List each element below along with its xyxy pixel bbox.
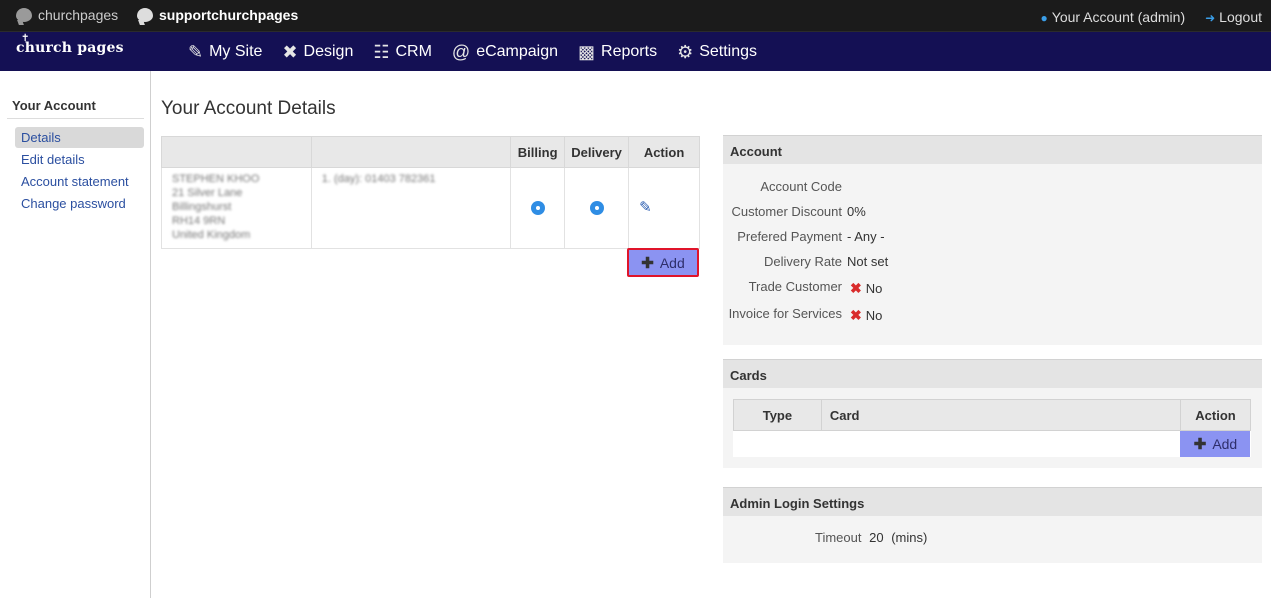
column-header-billing: Billing xyxy=(510,136,566,168)
divider xyxy=(7,118,144,119)
timeout-setting: Timeout 20 (mins) xyxy=(815,530,927,545)
column-header xyxy=(310,136,512,168)
sidebar-item-account-statement[interactable]: Account statement xyxy=(15,171,144,192)
panel-title: Cards xyxy=(723,359,1262,388)
page-title: Your Account Details xyxy=(161,98,336,119)
nav-reports[interactable]: ▩ Reports xyxy=(578,42,657,63)
delivery-radio[interactable] xyxy=(589,201,604,215)
nav-crm[interactable]: ☷ CRM xyxy=(373,42,432,63)
cross-icon: ✖ xyxy=(850,280,862,296)
sidebar-title: Your Account xyxy=(12,98,96,113)
gear-icon: ⚙ xyxy=(677,41,694,62)
user-icon: ● xyxy=(1040,11,1048,25)
account-panel: Account Account Code Customer Discount 0… xyxy=(723,135,1262,345)
church-pages-logo[interactable]: ✝ church pages xyxy=(16,33,124,56)
address-table: Billing Delivery Action STEPHEN KHOO 21 … xyxy=(161,136,700,249)
admin-login-panel: Admin Login Settings Timeout 20 (mins) xyxy=(723,487,1262,563)
nav-my-site[interactable]: ✎ My Site xyxy=(188,42,262,63)
main-nav-bar: ✝ church pages ✎ My Site ✖ Design ☷ CRM @ eCa… xyxy=(0,31,1271,71)
cross-icon: ✝ xyxy=(21,33,30,44)
phone-number: 1. (day): 01403 782361 xyxy=(321,173,436,185)
add-address-button[interactable]: ✚ Add xyxy=(627,248,699,277)
panel-title: Admin Login Settings xyxy=(723,487,1262,516)
timeout-value: 20 xyxy=(869,530,884,545)
timeout-unit: (mins) xyxy=(891,530,928,545)
sidebar-item-edit-details[interactable]: Edit details xyxy=(15,149,144,170)
nav-design[interactable]: ✖ Design xyxy=(282,42,353,63)
site-label: churchpages xyxy=(38,7,119,23)
billing-cell xyxy=(510,167,566,249)
at-sign-icon: @ xyxy=(451,41,471,62)
column-header-delivery: Delivery xyxy=(564,136,630,168)
site-label: supportchurchpages xyxy=(159,7,299,23)
delivery-cell xyxy=(564,167,630,249)
address-lines: STEPHEN KHOO 21 Silver Lane Billingshurs… xyxy=(172,173,260,241)
column-header-type: Type xyxy=(733,399,822,431)
cards-table: Type Card Action ✚ Add xyxy=(733,399,1252,457)
column-header-action: Action xyxy=(628,136,700,168)
column-header xyxy=(161,136,312,168)
contacts-icon: ☷ xyxy=(373,41,390,62)
your-account-link[interactable]: ● Your Account (admin) xyxy=(1041,9,1186,25)
logout-icon: ➜ xyxy=(1205,11,1216,25)
phone-cell: 1. (day): 01403 782361 xyxy=(310,167,512,249)
design-tools-icon: ✖ xyxy=(282,41,298,62)
nav-ecampaign[interactable]: @ eCampaign xyxy=(452,42,558,63)
plus-icon: ✚ xyxy=(1193,436,1207,453)
add-card-button[interactable]: ✚ Add xyxy=(1180,431,1251,457)
chat-bubble-icon xyxy=(16,8,32,22)
action-cell: ✎ xyxy=(628,167,700,249)
chat-bubble-icon xyxy=(137,8,153,22)
address-cell: STEPHEN KHOO 21 Silver Lane Billingshurs… xyxy=(161,167,312,249)
billing-radio[interactable] xyxy=(530,201,545,215)
bar-chart-icon: ▩ xyxy=(578,41,596,62)
site-edit-icon: ✎ xyxy=(188,41,204,62)
cross-icon: ✖ xyxy=(850,307,862,323)
site-switch-supportchurchpages[interactable]: supportchurchpages xyxy=(137,7,298,23)
table-row: ✚ Add xyxy=(734,431,1251,457)
top-bar: churchpages supportchurchpages ● Your Acc… xyxy=(0,0,1271,31)
sidebar-item-change-password[interactable]: Change password xyxy=(15,193,144,214)
nav-settings[interactable]: ⚙ Settings xyxy=(677,42,757,63)
cards-panel: Cards Type Card Action ✚ Add xyxy=(723,359,1262,468)
sidebar: Your Account Details Edit details Accoun… xyxy=(0,71,151,598)
main-nav: ✎ My Site ✖ Design ☷ CRM @ eCampaign ▩ Report… xyxy=(188,32,777,72)
logout-link[interactable]: ➜ Logout xyxy=(1205,9,1262,25)
sidebar-item-details[interactable]: Details xyxy=(15,127,144,148)
column-header-action: Action xyxy=(1179,399,1252,431)
user-links: ● Your Account (admin) ➜ Logout xyxy=(1041,9,1262,25)
pencil-icon[interactable]: ✎ xyxy=(639,198,652,216)
column-header-card: Card xyxy=(820,399,1181,431)
timeout-label: Timeout xyxy=(815,530,862,545)
table-row: STEPHEN KHOO 21 Silver Lane Billingshurs… xyxy=(161,167,700,249)
plus-icon: ✚ xyxy=(641,254,654,272)
panel-title: Account xyxy=(723,135,1262,164)
site-switch-churchpages[interactable]: churchpages xyxy=(16,7,118,23)
